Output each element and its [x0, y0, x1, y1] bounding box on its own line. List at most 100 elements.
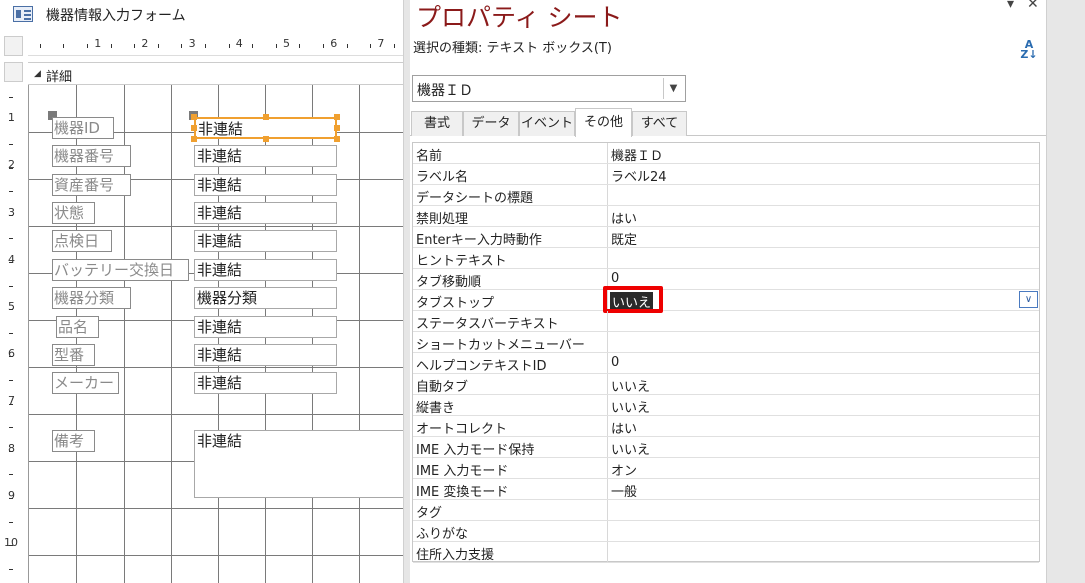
property-name: Enterキー入力時動作	[416, 233, 542, 248]
property-row[interactable]: オートコレクト はい	[413, 416, 1039, 437]
ruler-number: 4	[8, 252, 15, 266]
chevron-down-icon[interactable]: ∨	[1019, 291, 1038, 308]
pane-splitter[interactable]	[403, 0, 410, 583]
property-name: タブ移動順	[416, 275, 482, 290]
control-textbox[interactable]: 非連結	[194, 145, 337, 167]
property-row[interactable]: 禁則処理 はい	[413, 206, 1039, 227]
property-row[interactable]: ヘルプコンテキストID 0	[413, 353, 1039, 374]
resize-handle[interactable]	[263, 114, 269, 120]
tab-event[interactable]: イベント	[519, 111, 575, 136]
property-value[interactable]	[607, 332, 1039, 352]
section-header-detail[interactable]: ◢ 詳細	[28, 62, 403, 85]
control-label[interactable]: メーカー	[52, 372, 119, 394]
control-textbox[interactable]: 非連結	[194, 259, 337, 281]
chevron-down-icon[interactable]: ▼	[663, 78, 683, 99]
property-row[interactable]: 住所入力支援	[413, 542, 1039, 563]
property-row[interactable]: Enterキー入力時動作 既定	[413, 227, 1039, 248]
resize-handle[interactable]	[334, 136, 340, 142]
property-row[interactable]: ヒントテキスト	[413, 248, 1039, 269]
control-label[interactable]: 機器分類	[52, 287, 131, 309]
property-value[interactable]: 既定	[607, 227, 1039, 248]
control-label[interactable]: 機器番号	[52, 145, 131, 167]
control-textbox[interactable]: 非連結	[194, 230, 337, 252]
control-label[interactable]: 備考	[52, 430, 95, 452]
ruler-tick	[157, 44, 159, 48]
property-row[interactable]: IME 入力モード保持 いいえ	[413, 437, 1039, 458]
property-value[interactable]	[607, 500, 1039, 520]
resize-handle[interactable]	[191, 125, 197, 131]
property-value[interactable]: はい	[607, 206, 1039, 227]
property-value[interactable]	[607, 311, 1039, 331]
property-value[interactable]: いいえ	[607, 437, 1039, 458]
property-row[interactable]: IME 変換モード 一般	[413, 479, 1039, 500]
tab-data[interactable]: データ	[463, 111, 519, 136]
ruler-tick	[134, 44, 136, 48]
pane-menu-icon[interactable]: ▾	[1007, 0, 1014, 12]
property-value[interactable]	[607, 185, 1039, 205]
property-row-selected[interactable]: タブストップ いいえ ∨	[413, 286, 1039, 313]
tab-other[interactable]: その他	[575, 108, 632, 137]
property-row[interactable]: ふりがな	[413, 521, 1039, 542]
property-name: ヒントテキスト	[416, 254, 507, 269]
property-value[interactable]: ラベル24	[607, 164, 1039, 185]
property-row[interactable]: データシートの標題	[413, 185, 1039, 206]
close-icon[interactable]: ✕	[1027, 0, 1039, 12]
property-row[interactable]: ラベル名 ラベル24	[413, 164, 1039, 185]
control-combobox[interactable]: 機器分類	[194, 287, 337, 309]
horizontal-ruler[interactable]: 1 2 3 4 5 6 7	[28, 36, 403, 56]
property-value[interactable]	[607, 542, 1039, 562]
property-row[interactable]: タグ	[413, 500, 1039, 521]
control-textbox[interactable]: 非連結	[194, 372, 337, 394]
resize-handle[interactable]	[334, 114, 340, 120]
object-selector[interactable]: 機器ＩＤ ▼	[412, 75, 686, 102]
tab-all[interactable]: すべて	[632, 111, 687, 136]
pane-controls: ▾ ✕	[999, 0, 1046, 14]
design-canvas[interactable]: 機器ID 非連結 機器番号 非連結 資産番号 非連結 状態 非連結 点検日 非連…	[28, 85, 403, 583]
control-label[interactable]: 点検日	[52, 230, 112, 252]
property-name: ラベル名	[416, 170, 469, 185]
control-textbox[interactable]: 非連結	[194, 344, 337, 366]
resize-handle[interactable]	[191, 136, 197, 142]
resize-handle[interactable]	[191, 114, 197, 120]
property-value[interactable]: いいえ	[607, 395, 1039, 416]
property-row[interactable]: タブ移動順 0	[413, 269, 1039, 290]
control-textbox-memo[interactable]: 非連結	[194, 430, 403, 498]
property-row[interactable]: ステータスバーテキスト	[413, 311, 1039, 332]
control-label[interactable]: 品名	[56, 316, 99, 338]
control-label[interactable]: 状態	[52, 202, 95, 224]
resize-handle[interactable]	[334, 125, 340, 131]
ruler-number: 1	[8, 111, 15, 125]
control-label[interactable]: 資産番号	[52, 174, 131, 196]
resize-handle[interactable]	[263, 136, 269, 142]
section-selector[interactable]	[4, 62, 23, 82]
ruler-tick	[9, 285, 13, 287]
sort-az-icon[interactable]: A Z↓	[1019, 39, 1039, 60]
form-selector[interactable]	[4, 36, 23, 56]
control-label[interactable]: 型番	[52, 344, 95, 366]
control-label[interactable]: 機器ID	[52, 117, 114, 139]
property-name: タブストップ	[416, 296, 495, 311]
control-textbox[interactable]: 非連結	[194, 174, 337, 196]
vertical-ruler[interactable]: 1 2 3 4 5 6 7 8 9 10	[0, 85, 25, 583]
property-value[interactable]	[607, 521, 1039, 541]
control-textbox[interactable]: 非連結	[194, 316, 337, 338]
property-value[interactable]: 0	[607, 269, 1039, 289]
property-value-selected[interactable]: いいえ	[607, 290, 1039, 311]
ruler-tick	[63, 44, 65, 48]
control-label[interactable]: バッテリー交換日	[52, 259, 189, 281]
property-value[interactable]: オン	[607, 458, 1039, 479]
property-row[interactable]: ショートカットメニューバー	[413, 332, 1039, 353]
property-value[interactable]: 一般	[607, 479, 1039, 500]
property-value[interactable]: 機器ＩＤ	[607, 143, 1039, 164]
property-row[interactable]: 名前 機器ＩＤ	[413, 143, 1039, 164]
property-value[interactable]: はい	[607, 416, 1039, 437]
property-value[interactable]: 0	[607, 353, 1039, 373]
property-value[interactable]: いいえ	[607, 374, 1039, 395]
property-row[interactable]: 自動タブ いいえ	[413, 374, 1039, 395]
property-row[interactable]: 縦書き いいえ	[413, 395, 1039, 416]
property-row[interactable]: IME 入力モード オン	[413, 458, 1039, 479]
ruler-tick	[275, 44, 277, 48]
property-value[interactable]	[607, 248, 1039, 268]
tab-format[interactable]: 書式	[411, 111, 463, 136]
control-textbox[interactable]: 非連結	[194, 202, 337, 224]
